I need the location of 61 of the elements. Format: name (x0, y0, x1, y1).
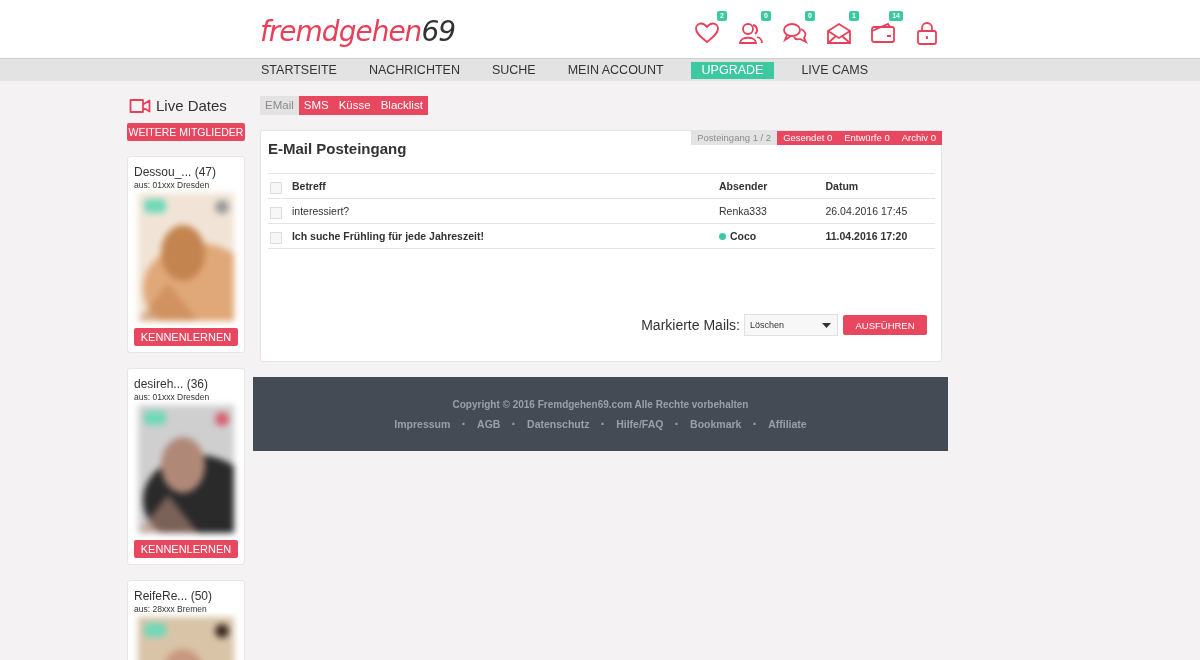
message-tab[interactable]: SMS (298, 96, 334, 115)
nav-link[interactable]: STARTSEITE (260, 61, 342, 79)
separator-dot: · (600, 418, 606, 430)
profile-name[interactable]: ReifeRe... (50) (134, 589, 238, 603)
caret-icon (822, 322, 831, 328)
column-header: Betreff (291, 180, 327, 192)
footer-link[interactable]: Bookmark (690, 418, 742, 430)
nav-link[interactable]: LIVE CAMS (796, 61, 874, 79)
sender-name[interactable]: Renka333 (719, 205, 767, 217)
video-camera-icon (129, 97, 151, 114)
envelope-icon[interactable] (826, 21, 852, 45)
folder-tab[interactable]: Entwürfe 0 (838, 131, 896, 145)
profile-location: aus: 01xxx Dresden (134, 392, 211, 402)
nav-link[interactable]: NACHRICHTEN (363, 61, 465, 79)
footer-link[interactable]: Hilfe/FAQ (616, 418, 664, 430)
mailbox-title: E-Mail Posteingang (268, 140, 407, 157)
sidebar-title: Live Dates (156, 97, 227, 114)
column-header: Datum (825, 180, 860, 192)
message-tab[interactable]: Küsse (333, 96, 376, 115)
meet-button[interactable]: KENNENLERNEN (134, 540, 238, 558)
lock-icon[interactable] (914, 21, 940, 45)
message-date: 11.04.2016 17:20 (825, 230, 909, 242)
sender-name[interactable]: Coco (730, 230, 757, 242)
message-tab[interactable]: EMail (260, 96, 299, 115)
separator-dot: · (461, 418, 467, 430)
separator-dot: · (511, 418, 517, 430)
row-checkbox[interactable] (270, 231, 282, 244)
nav-link[interactable]: UPGRADE (690, 61, 775, 79)
separator-dot: · (674, 418, 680, 430)
message-tab[interactable]: Blacklist (375, 96, 428, 115)
chat-icon[interactable] (782, 21, 808, 45)
nav-link[interactable]: SUCHE (486, 61, 541, 79)
profile-location: aus: 28xxx Bremen (134, 604, 208, 614)
more-members-button[interactable]: WEITERE MITGLIEDER (127, 123, 245, 141)
nav-link[interactable]: MEIN ACCOUNT (562, 61, 669, 79)
users-icon[interactable] (738, 21, 764, 45)
copyright-text: Copyright © 2016 Fremdgehen69.com Alle Rechte vorbehalten (451, 398, 750, 410)
action-dropdown[interactable]: Löschen (744, 314, 838, 336)
separator-dot: · (752, 418, 758, 430)
profile-name[interactable]: desireh... (36) (134, 377, 238, 391)
wallet-icon[interactable] (870, 21, 896, 45)
footer-link[interactable]: Impressum (394, 418, 451, 430)
column-header: Absender (719, 180, 769, 192)
footer-link[interactable]: Datenschutz (527, 418, 590, 430)
heart-icon[interactable] (694, 21, 720, 45)
message-subject[interactable]: interessiert? (291, 205, 719, 217)
select-all-checkbox[interactable] (270, 181, 282, 194)
folder-tab[interactable]: Posteingang 1 / 2 (691, 131, 778, 145)
footer-link[interactable]: Affiliate (768, 418, 807, 430)
footer-link[interactable]: AGB (477, 418, 501, 430)
bulk-label: Markierte Mails: (641, 317, 740, 333)
message-subject[interactable]: Ich suche Frühling für jede Jahreszeit! (291, 230, 719, 242)
execute-button[interactable]: AUSFÜHREN (843, 315, 927, 335)
folder-tab[interactable]: Archiv 0 (895, 131, 942, 145)
logo[interactable]: fremdgehen69 (260, 10, 455, 48)
row-checkbox[interactable] (270, 206, 282, 219)
folder-tab[interactable]: Gesendet 0 (777, 131, 839, 145)
meet-button[interactable]: KENNENLERNEN (134, 328, 238, 346)
profile-location: aus: 01xxx Dresden (134, 180, 211, 190)
message-date: 26.04.2016 17:45 (825, 205, 909, 217)
profile-name[interactable]: Dessou_... (47) (134, 165, 238, 179)
